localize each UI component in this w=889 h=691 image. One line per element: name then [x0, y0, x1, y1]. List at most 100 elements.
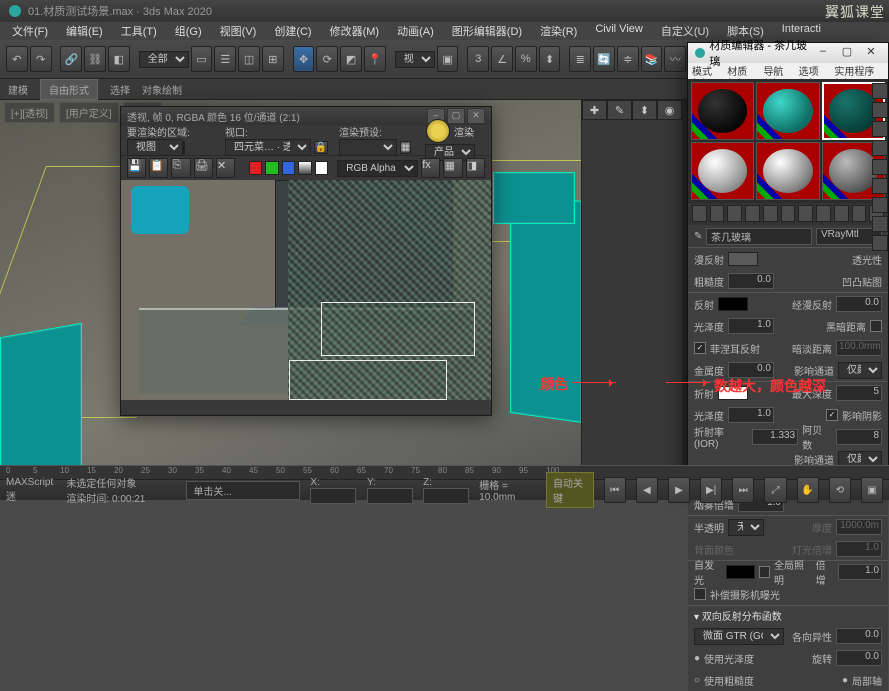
me-close-button[interactable]: ✕	[860, 45, 882, 61]
align-button[interactable]: ≑	[617, 46, 639, 72]
playback-end-button[interactable]: ⏭	[732, 477, 754, 503]
zoom-ext-button[interactable]: ⤢	[764, 477, 786, 503]
material-name-field[interactable]: 茶几玻璃	[706, 228, 812, 245]
z-spinner[interactable]	[423, 488, 469, 504]
brdf-select[interactable]: 微面 GTR (GGX)	[694, 628, 784, 645]
assign-mat-icon[interactable]	[727, 205, 742, 222]
spinner-snap-button[interactable]: ⬍	[539, 46, 561, 72]
me-menu-nav[interactable]: 导航(N)	[763, 63, 794, 79]
fresnel-check[interactable]	[694, 342, 706, 354]
rfw-area-region-button[interactable]	[183, 141, 185, 154]
pan-button[interactable]: ✋	[797, 477, 819, 503]
menu-file[interactable]: 文件(F)	[6, 22, 54, 40]
rotate-button[interactable]: ⟳	[316, 46, 338, 72]
uv-tile-icon[interactable]	[872, 140, 888, 156]
rfw-copy-button[interactable]: 📋	[149, 158, 168, 178]
menu-create[interactable]: 创建(C)	[268, 22, 317, 40]
show-map-icon[interactable]	[834, 205, 849, 222]
aniso-spinner[interactable]: 0.0	[836, 628, 882, 644]
cp-modify-tab[interactable]: ✎	[607, 100, 632, 120]
rfw-overlay-button[interactable]: ▦	[443, 158, 462, 178]
sample-slot[interactable]	[691, 142, 754, 200]
rfw-preset-select[interactable]	[339, 139, 397, 156]
me-menu-opt[interactable]: 选项(O)	[799, 63, 831, 79]
maxdepth-spinner[interactable]: 5	[836, 385, 882, 401]
sample-slot[interactable]	[756, 82, 819, 140]
rfw-print-button[interactable]: 🖨	[194, 158, 213, 178]
reflect-gloss-spinner[interactable]: 1.0	[728, 318, 774, 334]
move-button[interactable]: ✥	[293, 46, 315, 72]
rfw-green-swatch[interactable]	[265, 161, 278, 175]
brdf-rollout-header[interactable]: ▾ 双向反射分布函数	[688, 606, 888, 625]
diffuse-swatch[interactable]	[728, 252, 758, 266]
me-min-button[interactable]: –	[812, 45, 834, 61]
menu-tools[interactable]: 工具(T)	[115, 22, 163, 40]
playback-next-button[interactable]: ▶|	[700, 477, 722, 503]
affect-ch-select[interactable]: 仅颜色	[838, 362, 882, 379]
render-region-box[interactable]	[289, 360, 447, 400]
use-gloss-label[interactable]: 使用光泽度	[704, 651, 754, 666]
preview-icon[interactable]	[872, 178, 888, 194]
comp-check[interactable]	[694, 588, 706, 600]
menu-render[interactable]: 渲染(R)	[534, 22, 583, 40]
select-by-icon[interactable]	[872, 216, 888, 232]
menu-modifiers[interactable]: 修改器(M)	[324, 22, 386, 40]
ior-spinner[interactable]: 1.333	[752, 429, 798, 445]
select-name-button[interactable]: ☰	[214, 46, 236, 72]
command-panel[interactable]: ✚ ✎ ⬍ ◉	[581, 100, 682, 486]
backlight-icon[interactable]	[872, 102, 888, 118]
reflect-swatch[interactable]	[718, 297, 748, 311]
ribbon-select[interactable]: 选择	[110, 82, 130, 97]
mat-id-icon[interactable]	[816, 205, 831, 222]
rfw-save-button[interactable]: 💾	[127, 158, 146, 178]
metal-spinner[interactable]: 0.0	[728, 362, 774, 378]
vp-label-plus[interactable]: [+][透视]	[4, 102, 55, 123]
selfillum-swatch[interactable]	[726, 565, 754, 579]
video-check-icon[interactable]	[872, 159, 888, 175]
options-icon[interactable]	[872, 197, 888, 213]
ribbon-paint[interactable]: 对象绘制	[142, 82, 182, 97]
refract-gloss-spinner[interactable]: 1.0	[728, 407, 774, 423]
me-menu-mode[interactable]: 模式(D)	[692, 63, 723, 79]
playback-prev-button[interactable]: ◀	[636, 477, 658, 503]
redo-button[interactable]: ↷	[30, 46, 52, 72]
sample-slot[interactable]	[756, 142, 819, 200]
orbit-button[interactable]: ⟲	[829, 477, 851, 503]
autokey-button[interactable]: 自动关键	[546, 472, 594, 508]
rfw-area-select[interactable]: 视图	[127, 139, 183, 156]
me-menu-util[interactable]: 实用程序(U)	[834, 63, 884, 79]
material-editor-window[interactable]: 材质编辑器 - 茶几玻璃 – ▢ ✕ 模式(D) 材质(M) 导航(N) 选项(…	[687, 42, 889, 488]
rfw-mono-swatch[interactable]	[298, 161, 311, 175]
me-menu-mat[interactable]: 材质(M)	[727, 63, 759, 79]
x-spinner[interactable]	[310, 488, 356, 504]
rfw-clone-button[interactable]: ⎘	[171, 158, 190, 178]
selfillum-mult-spinner[interactable]: 1.0	[838, 564, 882, 580]
window-crossing-button[interactable]: ⊞	[262, 46, 284, 72]
rfw-render-button[interactable]	[426, 119, 450, 143]
ribbon-freeform[interactable]: 自由形式	[40, 79, 98, 100]
mirror-button[interactable]: 🔄	[593, 46, 615, 72]
cp-hier-tab[interactable]: ⬍	[632, 100, 657, 120]
ref-coord-select[interactable]: 视图	[395, 51, 435, 68]
vp-label-user[interactable]: [用户定义]	[59, 102, 119, 123]
link-button[interactable]: 🔗	[60, 46, 82, 72]
menu-anim[interactable]: 动画(A)	[391, 22, 440, 40]
angle-snap-button[interactable]: ∠	[491, 46, 513, 72]
cp-create-tab[interactable]: ✚	[582, 100, 607, 120]
maximize-vp-button[interactable]: ▣	[861, 477, 883, 503]
gi-check[interactable]	[759, 566, 770, 578]
rendered-frame-window[interactable]: 透视, 帧 0, RGBA 颜色 16 位/通道 (2:1) – ▢ ✕ 要渲染…	[120, 106, 492, 416]
curve-editor-button[interactable]: 〰	[664, 46, 686, 72]
playback-start-button[interactable]: ⏮	[604, 477, 626, 503]
affect-shadow-check[interactable]	[826, 409, 838, 421]
reset-map-icon[interactable]	[745, 205, 760, 222]
local-axis-label[interactable]: 局部轴	[852, 673, 882, 688]
menu-civil[interactable]: Civil View	[589, 22, 648, 40]
place-button[interactable]: 📍	[364, 46, 386, 72]
mat-map-nav-icon[interactable]	[872, 235, 888, 251]
abbe-spinner[interactable]: 8	[836, 429, 882, 445]
refract-swatch[interactable]	[718, 386, 748, 400]
rfw-lock-button[interactable]: 🔒	[314, 141, 328, 154]
roughness-spinner[interactable]: 0.0	[728, 273, 774, 289]
menu-views[interactable]: 视图(V)	[214, 22, 263, 40]
